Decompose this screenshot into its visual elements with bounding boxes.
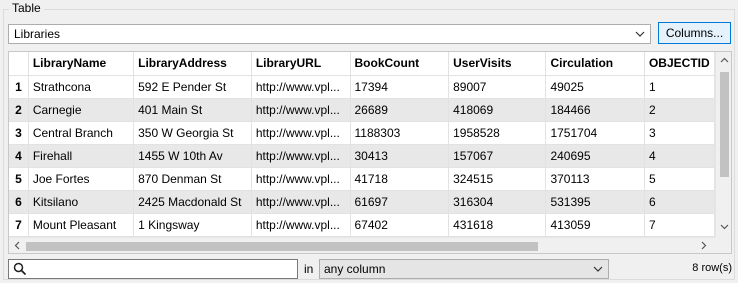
group-title: Table [9, 1, 44, 15]
table-cell[interactable]: 240695 [545, 144, 645, 168]
scroll-down-icon[interactable] [720, 222, 729, 231]
table-cell[interactable]: 2425 Macdonald St [133, 190, 252, 214]
table-row[interactable]: 1 Strathcona 592 E Pender St http://www.vpl… [9, 75, 715, 99]
scrollbar-corner [715, 237, 731, 253]
table-cell[interactable]: 2 [644, 98, 715, 122]
search-column-select[interactable]: any column [319, 259, 609, 279]
horizontal-scrollbar[interactable] [9, 237, 715, 253]
table-cell[interactable]: 1188303 [350, 121, 450, 145]
table-cell[interactable]: 184466 [545, 98, 645, 122]
table-cell[interactable]: 61697 [350, 190, 450, 214]
table-cell[interactable]: http://www.vpl... [251, 213, 351, 237]
table-cell[interactable]: http://www.vpl... [251, 167, 351, 191]
table-cell[interactable]: 17394 [350, 75, 450, 99]
table-cell[interactable]: 1 [644, 75, 715, 99]
row-number[interactable]: 5 [9, 167, 29, 191]
table-row[interactable]: 3 Central Branch 350 W Georgia St http://ww… [9, 121, 715, 145]
layer-select-value: Libraries [14, 27, 61, 41]
table-cell[interactable]: Carnegie [28, 98, 135, 122]
table-cell[interactable]: 1958528 [448, 121, 547, 145]
row-number-header [9, 52, 29, 76]
table-cell[interactable]: 531395 [545, 190, 645, 214]
table-cell[interactable]: 4 [644, 144, 715, 168]
table-cell[interactable]: 3 [644, 121, 715, 145]
horizontal-scroll-thumb[interactable] [26, 242, 538, 251]
search-icon [13, 262, 27, 276]
table-cell[interactable]: 89007 [448, 75, 547, 99]
column-header[interactable]: LibraryAddress [133, 52, 252, 76]
table-cell[interactable]: 67402 [350, 213, 450, 237]
column-header[interactable]: BookCount [350, 52, 450, 76]
table-cell[interactable]: 157067 [448, 144, 547, 168]
row-count: 8 row(s) [692, 262, 732, 274]
search-input[interactable] [8, 259, 298, 279]
table-row[interactable]: 4 Firehall 1455 W 10th Av http://www.vpl...… [9, 144, 715, 168]
column-header[interactable]: OBJECTID [644, 52, 715, 76]
table-cell[interactable]: 49025 [545, 75, 645, 99]
table-row[interactable]: 6 Kitsilano 2425 Macdonald St http://www.vp… [9, 190, 715, 214]
row-number[interactable]: 1 [9, 75, 29, 99]
table-cell[interactable]: Strathcona [28, 75, 135, 99]
table-cell[interactable]: 41718 [350, 167, 450, 191]
in-label: in [304, 262, 314, 276]
column-header[interactable]: LibraryName [28, 52, 135, 76]
scroll-right-icon[interactable] [699, 241, 708, 250]
table-cell[interactable]: Central Branch [28, 121, 135, 145]
table-cell[interactable]: 370113 [545, 167, 645, 191]
table-row[interactable]: 2 Carnegie 401 Main St http://www.vpl... 266… [9, 98, 715, 122]
table-cell[interactable]: 431618 [448, 213, 547, 237]
table-cell[interactable]: 350 W Georgia St [133, 121, 252, 145]
table-cell[interactable]: 401 Main St [133, 98, 252, 122]
scroll-up-icon[interactable] [720, 56, 729, 65]
chevron-down-icon [635, 31, 645, 37]
row-number[interactable]: 2 [9, 98, 29, 122]
layer-select[interactable]: Libraries [8, 24, 651, 44]
table-header-row: LibraryName LibraryAddress LibraryURL BookC… [9, 52, 715, 76]
table-row[interactable]: 5 Joe Fortes 870 Denman St http://www.vpl..… [9, 167, 715, 191]
table-cell[interactable]: 316304 [448, 190, 547, 214]
attribute-table: LibraryName LibraryAddress LibraryURL BookC… [8, 51, 732, 254]
column-header[interactable]: LibraryURL [251, 52, 351, 76]
row-number[interactable]: 4 [9, 144, 29, 168]
table-grid: LibraryName LibraryAddress LibraryURL BookC… [9, 52, 715, 237]
row-number[interactable]: 7 [9, 213, 29, 237]
table-cell[interactable]: 418069 [448, 98, 547, 122]
table-cell[interactable]: 5 [644, 167, 715, 191]
row-number[interactable]: 3 [9, 121, 29, 145]
table-cell[interactable]: http://www.vpl... [251, 144, 351, 168]
table-cell[interactable]: 1751704 [545, 121, 645, 145]
table-cell[interactable]: 7 [644, 213, 715, 237]
table-cell[interactable]: 324515 [448, 167, 547, 191]
table-row[interactable]: 7 Mount Pleasant 1 Kingsway http://www.vpl.… [9, 213, 715, 237]
table-cell[interactable]: 6 [644, 190, 715, 214]
table-cell[interactable]: 30413 [350, 144, 450, 168]
table-cell[interactable]: Firehall [28, 144, 135, 168]
table-cell[interactable]: 592 E Pender St [133, 75, 252, 99]
table-cell[interactable]: 1455 W 10th Av [133, 144, 252, 168]
table-cell[interactable]: Kitsilano [28, 190, 135, 214]
row-number[interactable]: 6 [9, 190, 29, 214]
data-table: LibraryName LibraryAddress LibraryURL BookC… [9, 52, 715, 237]
table-cell[interactable]: http://www.vpl... [251, 190, 351, 214]
vertical-scroll-thumb[interactable] [720, 72, 729, 177]
table-cell[interactable]: 1 Kingsway [133, 213, 252, 237]
table-cell[interactable]: 413059 [545, 213, 645, 237]
scroll-left-icon[interactable] [13, 241, 22, 250]
table-cell[interactable]: http://www.vpl... [251, 98, 351, 122]
chevron-down-icon [593, 266, 603, 272]
table-cell[interactable]: http://www.vpl... [251, 75, 351, 99]
table-cell[interactable]: 26689 [350, 98, 450, 122]
columns-button[interactable]: Columns... [658, 22, 731, 44]
table-cell[interactable]: Joe Fortes [28, 167, 135, 191]
table-cell[interactable]: 870 Denman St [133, 167, 252, 191]
column-header[interactable]: UserVisits [448, 52, 547, 76]
search-column-value: any column [324, 262, 386, 276]
column-header[interactable]: Circulation [545, 52, 645, 76]
table-cell[interactable]: http://www.vpl... [251, 121, 351, 145]
vertical-scrollbar[interactable] [715, 52, 731, 237]
table-cell[interactable]: Mount Pleasant [28, 213, 135, 237]
